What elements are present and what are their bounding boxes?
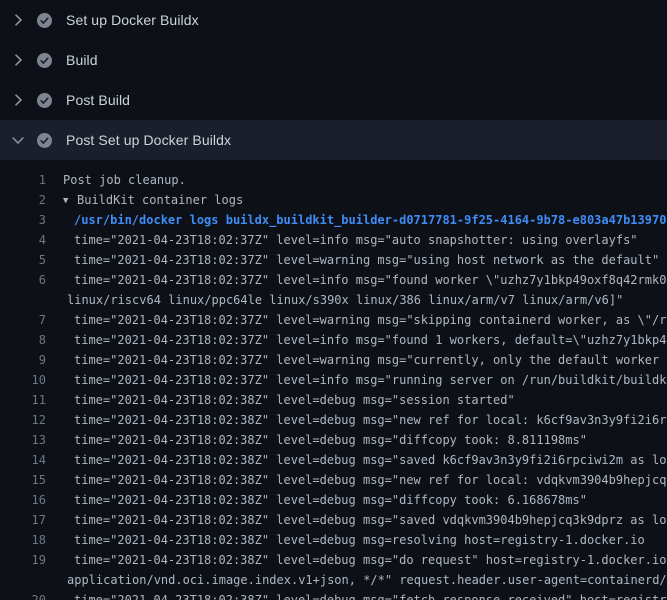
line-number [0, 290, 46, 310]
line-number[interactable]: 4 [0, 230, 46, 250]
log-row: 12time="2021-04-23T18:02:38Z" level=debu… [0, 410, 667, 430]
log-line-text: time="2021-04-23T18:02:38Z" level=debug … [46, 410, 667, 430]
log-line-text: time="2021-04-23T18:02:37Z" level=info m… [46, 230, 638, 250]
log-line-text: time="2021-04-23T18:02:37Z" level=warnin… [46, 250, 659, 270]
line-number[interactable]: 14 [0, 450, 46, 470]
log-row: 18time="2021-04-23T18:02:38Z" level=debu… [0, 530, 667, 550]
line-number[interactable]: 7 [0, 310, 46, 330]
log-row: 19time="2021-04-23T18:02:38Z" level=debu… [0, 550, 667, 570]
step-label: Post Build [66, 92, 130, 108]
line-number[interactable]: 20 [0, 590, 46, 600]
chevron-right-icon [10, 12, 26, 28]
log-line-text: time="2021-04-23T18:02:37Z" level=info m… [46, 370, 667, 390]
log-row: 2▼BuildKit container logs [0, 190, 667, 210]
log-line-text: application/vnd.oci.image.index.v1+json,… [46, 570, 667, 590]
collapse-triangle-icon: ▼ [63, 191, 77, 211]
line-number[interactable]: 12 [0, 410, 46, 430]
step-label: Set up Docker Buildx [66, 12, 199, 28]
step-label: Build [66, 52, 98, 68]
line-number[interactable]: 17 [0, 510, 46, 530]
line-number[interactable]: 18 [0, 530, 46, 550]
log-row: 17time="2021-04-23T18:02:38Z" level=debu… [0, 510, 667, 530]
log-row: 13time="2021-04-23T18:02:38Z" level=debu… [0, 430, 667, 450]
log-line-text: time="2021-04-23T18:02:37Z" level=info m… [46, 270, 667, 290]
chevron-right-icon [10, 52, 26, 68]
step-row-post-set-up-docker-buildx[interactable]: Post Set up Docker Buildx [0, 120, 667, 160]
log-line-text: time="2021-04-23T18:02:38Z" level=debug … [46, 450, 667, 470]
log-line-text: time="2021-04-23T18:02:38Z" level=debug … [46, 550, 667, 570]
check-circle-icon [37, 133, 52, 148]
check-circle-icon [37, 53, 52, 68]
log-line-text: time="2021-04-23T18:02:38Z" level=debug … [46, 430, 587, 450]
log-line-text: Post job cleanup. [46, 170, 186, 190]
log-row: 3/usr/bin/docker logs buildx_buildkit_bu… [0, 210, 667, 230]
log-line-text: time="2021-04-23T18:02:38Z" level=debug … [46, 490, 587, 510]
log-row: linux/riscv64 linux/ppc64le linux/s390x … [0, 290, 667, 310]
check-circle-icon [37, 93, 52, 108]
log-line-text: time="2021-04-23T18:02:38Z" level=debug … [46, 390, 515, 410]
line-number[interactable]: 13 [0, 430, 46, 450]
log-row: 5time="2021-04-23T18:02:37Z" level=warni… [0, 250, 667, 270]
log-line-text: time="2021-04-23T18:02:38Z" level=debug … [46, 470, 667, 490]
chevron-down-icon [10, 132, 26, 148]
log-row: 6time="2021-04-23T18:02:37Z" level=info … [0, 270, 667, 290]
log-row: 8time="2021-04-23T18:02:37Z" level=info … [0, 330, 667, 350]
log-row: 11time="2021-04-23T18:02:38Z" level=debu… [0, 390, 667, 410]
line-number[interactable]: 6 [0, 270, 46, 290]
line-number[interactable]: 15 [0, 470, 46, 490]
line-number [0, 570, 46, 590]
line-number[interactable]: 3 [0, 210, 46, 230]
line-number[interactable]: 5 [0, 250, 46, 270]
line-number[interactable]: 19 [0, 550, 46, 570]
line-number[interactable]: 2 [0, 190, 46, 210]
line-number[interactable]: 11 [0, 390, 46, 410]
line-number[interactable]: 8 [0, 330, 46, 350]
log-row: 7time="2021-04-23T18:02:37Z" level=warni… [0, 310, 667, 330]
log-line-text: time="2021-04-23T18:02:38Z" level=debug … [46, 590, 667, 600]
log-line-text: time="2021-04-23T18:02:37Z" level=warnin… [46, 310, 667, 330]
log-row: 14time="2021-04-23T18:02:38Z" level=debu… [0, 450, 667, 470]
log-row: application/vnd.oci.image.index.v1+json,… [0, 570, 667, 590]
log-row: 9time="2021-04-23T18:02:37Z" level=warni… [0, 350, 667, 370]
log-line-text: time="2021-04-23T18:02:37Z" level=info m… [46, 330, 667, 350]
log-row: 15time="2021-04-23T18:02:38Z" level=debu… [0, 470, 667, 490]
step-label: Post Set up Docker Buildx [66, 132, 231, 148]
log-line-text: time="2021-04-23T18:02:37Z" level=warnin… [46, 350, 667, 370]
log-row: 4time="2021-04-23T18:02:37Z" level=info … [0, 230, 667, 250]
log-lines: 1Post job cleanup.2▼BuildKit container l… [0, 160, 667, 600]
check-circle-icon [37, 13, 52, 28]
log-row: 20time="2021-04-23T18:02:38Z" level=debu… [0, 590, 667, 600]
line-number[interactable]: 1 [0, 170, 46, 190]
step-row-post-build[interactable]: Post Build [0, 80, 667, 120]
log-command-text: /usr/bin/docker logs buildx_buildkit_bui… [46, 210, 666, 230]
workflow-steps-list: Set up Docker Buildx Build Post Build Po… [0, 0, 667, 160]
line-number[interactable]: 10 [0, 370, 46, 390]
log-row: 10time="2021-04-23T18:02:37Z" level=info… [0, 370, 667, 390]
log-group-header[interactable]: ▼BuildKit container logs [46, 190, 243, 210]
step-row-build[interactable]: Build [0, 40, 667, 80]
log-line-text: time="2021-04-23T18:02:38Z" level=debug … [46, 510, 667, 530]
log-row: 16time="2021-04-23T18:02:38Z" level=debu… [0, 490, 667, 510]
log-line-text: time="2021-04-23T18:02:38Z" level=debug … [46, 530, 645, 550]
chevron-right-icon [10, 92, 26, 108]
line-number[interactable]: 9 [0, 350, 46, 370]
log-row: 1Post job cleanup. [0, 170, 667, 190]
line-number[interactable]: 16 [0, 490, 46, 510]
step-row-set-up-docker-buildx[interactable]: Set up Docker Buildx [0, 0, 667, 40]
log-line-text: linux/riscv64 linux/ppc64le linux/s390x … [46, 290, 623, 310]
